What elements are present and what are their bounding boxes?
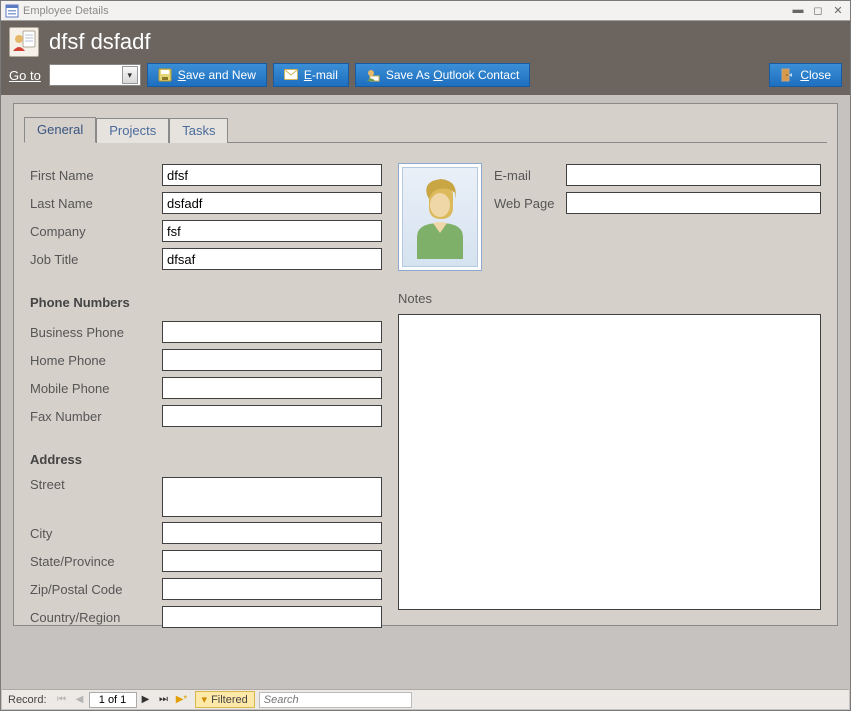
home-phone-input[interactable] bbox=[162, 349, 382, 371]
envelope-icon bbox=[284, 68, 298, 82]
form-icon bbox=[5, 4, 19, 18]
home-phone-label: Home Phone bbox=[30, 353, 162, 368]
form-card: General Projects Tasks First Name Last N… bbox=[13, 103, 838, 626]
zip-input[interactable] bbox=[162, 578, 382, 600]
company-input[interactable] bbox=[162, 220, 382, 242]
business-phone-label: Business Phone bbox=[30, 325, 162, 340]
last-name-label: Last Name bbox=[30, 196, 162, 211]
address-section-title: Address bbox=[30, 452, 382, 467]
email-button[interactable]: E-mail bbox=[273, 63, 349, 87]
email-label: E-mail bbox=[304, 68, 338, 82]
state-input[interactable] bbox=[162, 550, 382, 572]
save-as-outlook-contact-label: Save As Outlook Contact bbox=[386, 68, 519, 82]
save-icon bbox=[158, 68, 172, 82]
mobile-phone-label: Mobile Phone bbox=[30, 381, 162, 396]
close-window-button[interactable]: ✕ bbox=[830, 4, 846, 17]
filtered-label: Filtered bbox=[211, 694, 248, 706]
record-search-input[interactable] bbox=[259, 692, 412, 708]
city-label: City bbox=[30, 526, 162, 541]
nav-prev-button[interactable]: ◀ bbox=[71, 691, 89, 709]
country-input[interactable] bbox=[162, 606, 382, 628]
funnel-icon: ▾ bbox=[202, 693, 208, 706]
nav-new-button[interactable]: ▶* bbox=[173, 691, 191, 709]
save-and-new-button[interactable]: Save and New bbox=[147, 63, 267, 87]
record-label: Record: bbox=[2, 694, 53, 706]
record-navigator: Record: ⏮ ◀ ▶ ⏭ ▶* ▾ Filtered bbox=[2, 689, 849, 709]
country-label: Country/Region bbox=[30, 610, 162, 625]
notes-label: Notes bbox=[398, 291, 821, 306]
goto-select[interactable]: ▾ bbox=[49, 64, 141, 86]
outlook-contact-icon bbox=[366, 68, 380, 82]
door-close-icon bbox=[780, 68, 794, 82]
first-name-label: First Name bbox=[30, 168, 162, 183]
employee-photo[interactable] bbox=[398, 163, 482, 271]
street-input[interactable] bbox=[162, 477, 382, 517]
record-position-input[interactable] bbox=[89, 692, 137, 708]
web-page-input[interactable] bbox=[566, 192, 821, 214]
fax-number-label: Fax Number bbox=[30, 409, 162, 424]
state-label: State/Province bbox=[30, 554, 162, 569]
header-title: dfsf dsfadf bbox=[49, 29, 151, 55]
web-page-label: Web Page bbox=[494, 196, 566, 211]
zip-label: Zip/Postal Code bbox=[30, 582, 162, 597]
email-label: E-mail bbox=[494, 168, 566, 183]
fax-number-input[interactable] bbox=[162, 405, 382, 427]
tab-general[interactable]: General bbox=[24, 117, 96, 143]
nav-next-button[interactable]: ▶ bbox=[137, 691, 155, 709]
nav-first-button[interactable]: ⏮ bbox=[53, 691, 71, 709]
header-avatar-icon bbox=[9, 27, 39, 57]
goto-label: Go to bbox=[9, 68, 41, 83]
tab-projects[interactable]: Projects bbox=[96, 118, 169, 143]
city-input[interactable] bbox=[162, 522, 382, 544]
last-name-input[interactable] bbox=[162, 192, 382, 214]
email-input[interactable] bbox=[566, 164, 821, 186]
close-label: Close bbox=[800, 68, 831, 82]
business-phone-input[interactable] bbox=[162, 321, 382, 343]
avatar-placeholder-icon bbox=[409, 175, 471, 259]
nav-last-button[interactable]: ⏭ bbox=[155, 691, 173, 709]
notes-input[interactable] bbox=[398, 314, 821, 610]
first-name-input[interactable] bbox=[162, 164, 382, 186]
phone-section-title: Phone Numbers bbox=[30, 295, 382, 310]
goto-dropdown-arrow-icon: ▾ bbox=[122, 66, 138, 84]
restore-button[interactable]: ◻ bbox=[810, 4, 826, 17]
job-title-input[interactable] bbox=[162, 248, 382, 270]
tab-tasks[interactable]: Tasks bbox=[169, 118, 228, 143]
filtered-indicator[interactable]: ▾ Filtered bbox=[195, 691, 255, 708]
window-title: Employee Details bbox=[23, 5, 109, 17]
save-as-outlook-contact-button[interactable]: Save As Outlook Contact bbox=[355, 63, 530, 87]
street-label: Street bbox=[30, 477, 162, 492]
mobile-phone-input[interactable] bbox=[162, 377, 382, 399]
company-label: Company bbox=[30, 224, 162, 239]
close-button[interactable]: Close bbox=[769, 63, 842, 87]
job-title-label: Job Title bbox=[30, 252, 162, 267]
minimize-button[interactable]: ▬ bbox=[790, 4, 806, 17]
save-and-new-label: Save and New bbox=[178, 68, 256, 82]
